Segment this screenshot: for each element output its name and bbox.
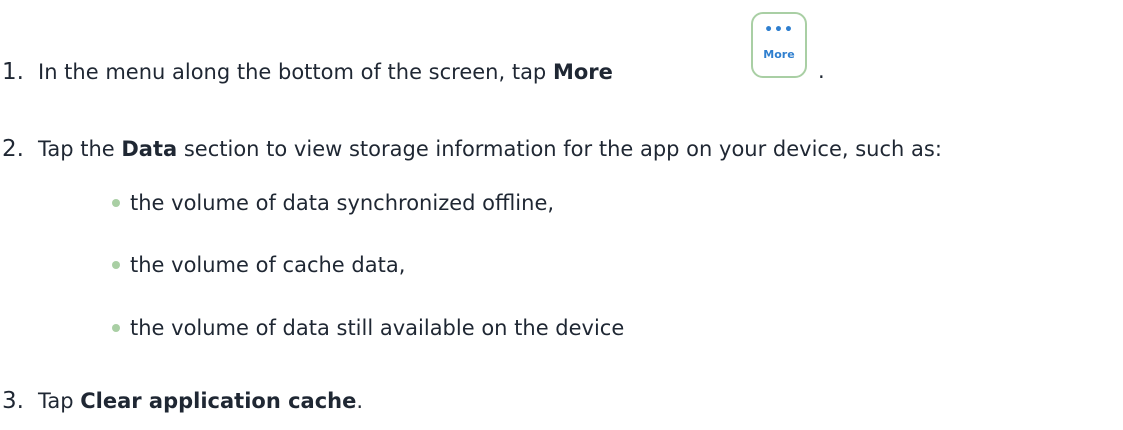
step-1-period: . <box>818 59 825 83</box>
step-3-bold: Clear application cache <box>80 389 357 413</box>
step-1-text-before: In the menu along the bottom of the scre… <box>38 60 553 84</box>
step-3-number: 3. <box>2 388 24 414</box>
step-1-text: In the menu along the bottom of the scre… <box>38 60 613 84</box>
more-dots-icon: ••• <box>764 22 794 38</box>
list-item-text: the volume of cache data, <box>130 253 406 277</box>
step-3-text-before: Tap <box>38 389 81 413</box>
step-1-bold: More <box>552 60 613 84</box>
bullet-icon <box>112 261 120 269</box>
step-2-text-before: Tap the <box>38 137 122 161</box>
step-1-number: 1. <box>2 59 24 85</box>
step-3-text: Tap Clear application cache. <box>38 389 363 413</box>
bullet-icon <box>112 324 120 332</box>
step-2-text: Tap the Data section to view storage inf… <box>38 137 942 161</box>
bullet-icon <box>112 199 120 207</box>
more-button-label: More <box>763 48 795 61</box>
list-item: the volume of data still available on th… <box>112 316 624 340</box>
list-item-text: the volume of data still available on th… <box>130 316 625 340</box>
list-item-text: the volume of data synchronized offline, <box>130 191 555 215</box>
step-3: 3. Tap Clear application cache. <box>0 388 363 414</box>
step-2-bold: Data <box>121 137 178 161</box>
step-3-text-after: . <box>356 389 364 413</box>
step-2-number: 2. <box>2 136 24 162</box>
step-2-text-after: section to view storage information for … <box>177 137 942 161</box>
step-1: 1. In the menu along the bottom of the s… <box>0 59 613 85</box>
step-2: 2. Tap the Data section to view storage … <box>0 136 942 162</box>
list-item: the volume of data synchronized offline, <box>112 191 554 215</box>
list-item: the volume of cache data, <box>112 253 405 277</box>
more-button-image: ••• More <box>751 12 807 78</box>
